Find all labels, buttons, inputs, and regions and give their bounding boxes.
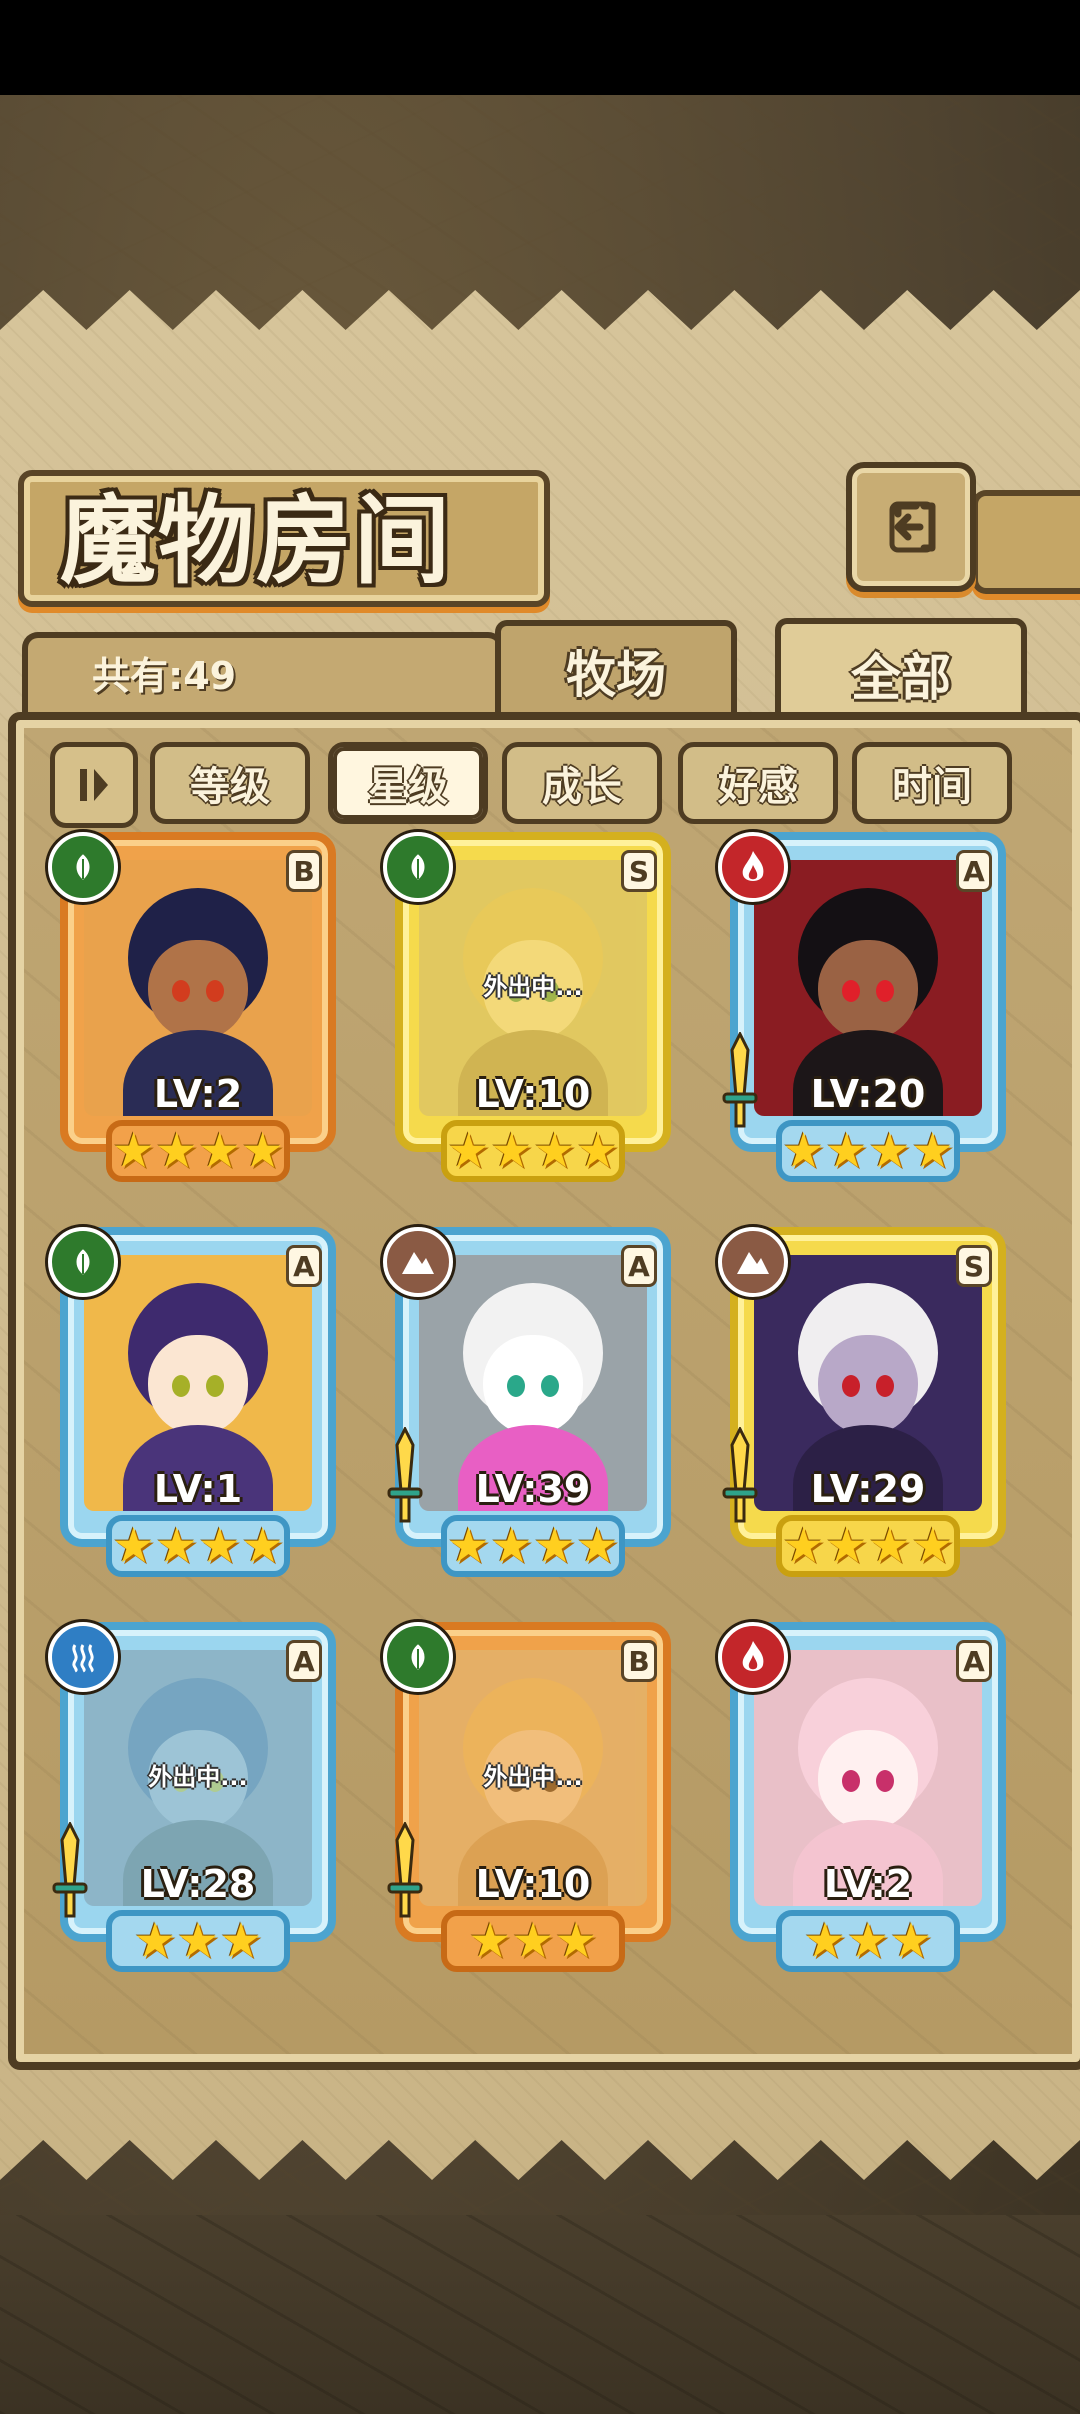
total-count: 共有:49: [92, 654, 237, 698]
star-rating: ★★★★: [106, 1515, 290, 1577]
star-rating: ★★★★: [441, 1120, 625, 1182]
away-status: 外出中...: [483, 1763, 583, 1791]
monster-level: LV:2: [153, 1072, 243, 1116]
rank-badge: A: [956, 850, 992, 892]
back-arrow-icon: [889, 501, 936, 553]
water-icon: [48, 1622, 118, 1692]
star-rating: ★★★: [776, 1910, 960, 1972]
sort-by-affection-button[interactable]: 好感: [678, 742, 838, 824]
sort-by-star-button[interactable]: 星级: [328, 742, 488, 824]
equipment-sword-icon: [722, 1427, 758, 1523]
monster-level: LV:1: [153, 1467, 243, 1511]
star-rating: ★★★★: [776, 1120, 960, 1182]
sort-by-level-button[interactable]: 等级: [150, 742, 310, 824]
star-rating: ★★★: [441, 1910, 625, 1972]
leaf-icon: [48, 832, 118, 902]
tab-all[interactable]: 全部: [775, 618, 1027, 724]
stars: ★★★★: [781, 1518, 955, 1574]
sort-order-toggle[interactable]: [50, 742, 138, 828]
rank-badge: S: [956, 1245, 992, 1287]
away-status: 外出中...: [148, 1763, 248, 1791]
stars: ★★★★: [446, 1123, 620, 1179]
monster-level: LV:10: [475, 1072, 591, 1116]
stars: ★★★★: [781, 1123, 955, 1179]
sort-by-growth-button[interactable]: 成长: [502, 742, 662, 824]
equipment-sword-icon: [387, 1427, 423, 1523]
stars: ★★★★: [111, 1518, 285, 1574]
leaf-icon: [383, 832, 453, 902]
sort-order-icon: [80, 769, 108, 801]
stars: ★★★★: [111, 1123, 285, 1179]
monster-level: LV:39: [475, 1467, 591, 1511]
monster-level: LV:28: [140, 1862, 256, 1906]
monster-level: LV:20: [810, 1072, 926, 1116]
monster-level: LV:29: [810, 1467, 926, 1511]
earth-icon: [718, 1227, 788, 1297]
monster-card[interactable]: 外出中... LV:10 ★★★★ S: [383, 832, 683, 1192]
rank-badge: B: [621, 1640, 657, 1682]
star-rating: ★★★★: [776, 1515, 960, 1577]
rank-badge: B: [286, 850, 322, 892]
map-background-bottom: [0, 2215, 1080, 2414]
monster-card[interactable]: LV:39 ★★★★ A: [383, 1227, 683, 1587]
rank-badge: S: [621, 850, 657, 892]
fire-icon: [718, 1622, 788, 1692]
stars: ★★★★: [446, 1518, 620, 1574]
rank-badge: A: [286, 1245, 322, 1287]
equipment-sword-icon: [722, 1032, 758, 1128]
monster-card[interactable]: LV:2 ★★★★ B: [48, 832, 348, 1192]
back-button[interactable]: [846, 462, 976, 592]
rank-badge: A: [621, 1245, 657, 1287]
status-bar: [0, 0, 1080, 95]
earth-icon: [383, 1227, 453, 1297]
leaf-icon: [383, 1622, 453, 1692]
back-button-plate: [972, 490, 1080, 594]
monster-level: LV:2: [823, 1862, 913, 1906]
monster-card[interactable]: LV:20 ★★★★ A: [718, 832, 1018, 1192]
sort-by-time-button[interactable]: 时间: [852, 742, 1012, 824]
equipment-sword-icon: [52, 1822, 88, 1918]
star-rating: ★★★★: [441, 1515, 625, 1577]
equipment-sword-icon: [387, 1822, 423, 1918]
star-rating: ★★★★: [106, 1120, 290, 1182]
monster-card[interactable]: LV:1 ★★★★ A: [48, 1227, 348, 1587]
monster-card[interactable]: 外出中... LV:28 ★★★ A: [48, 1622, 348, 1982]
rank-badge: A: [956, 1640, 992, 1682]
rank-badge: A: [286, 1640, 322, 1682]
monster-card[interactable]: LV:2 ★★★ A: [718, 1622, 1018, 1982]
stars: ★★★: [133, 1913, 263, 1969]
stars: ★★★: [468, 1913, 598, 1969]
monster-card[interactable]: LV:29 ★★★★ S: [718, 1227, 1018, 1587]
monster-card[interactable]: 外出中... LV:10 ★★★ B: [383, 1622, 683, 1982]
tab-pasture[interactable]: 牧场: [495, 620, 737, 716]
page-title: 魔物房间: [60, 484, 452, 597]
stars: ★★★: [803, 1913, 933, 1969]
monster-level: LV:10: [475, 1862, 591, 1906]
star-rating: ★★★: [106, 1910, 290, 1972]
fire-icon: [718, 832, 788, 902]
leaf-icon: [48, 1227, 118, 1297]
away-status: 外出中...: [483, 973, 583, 1001]
